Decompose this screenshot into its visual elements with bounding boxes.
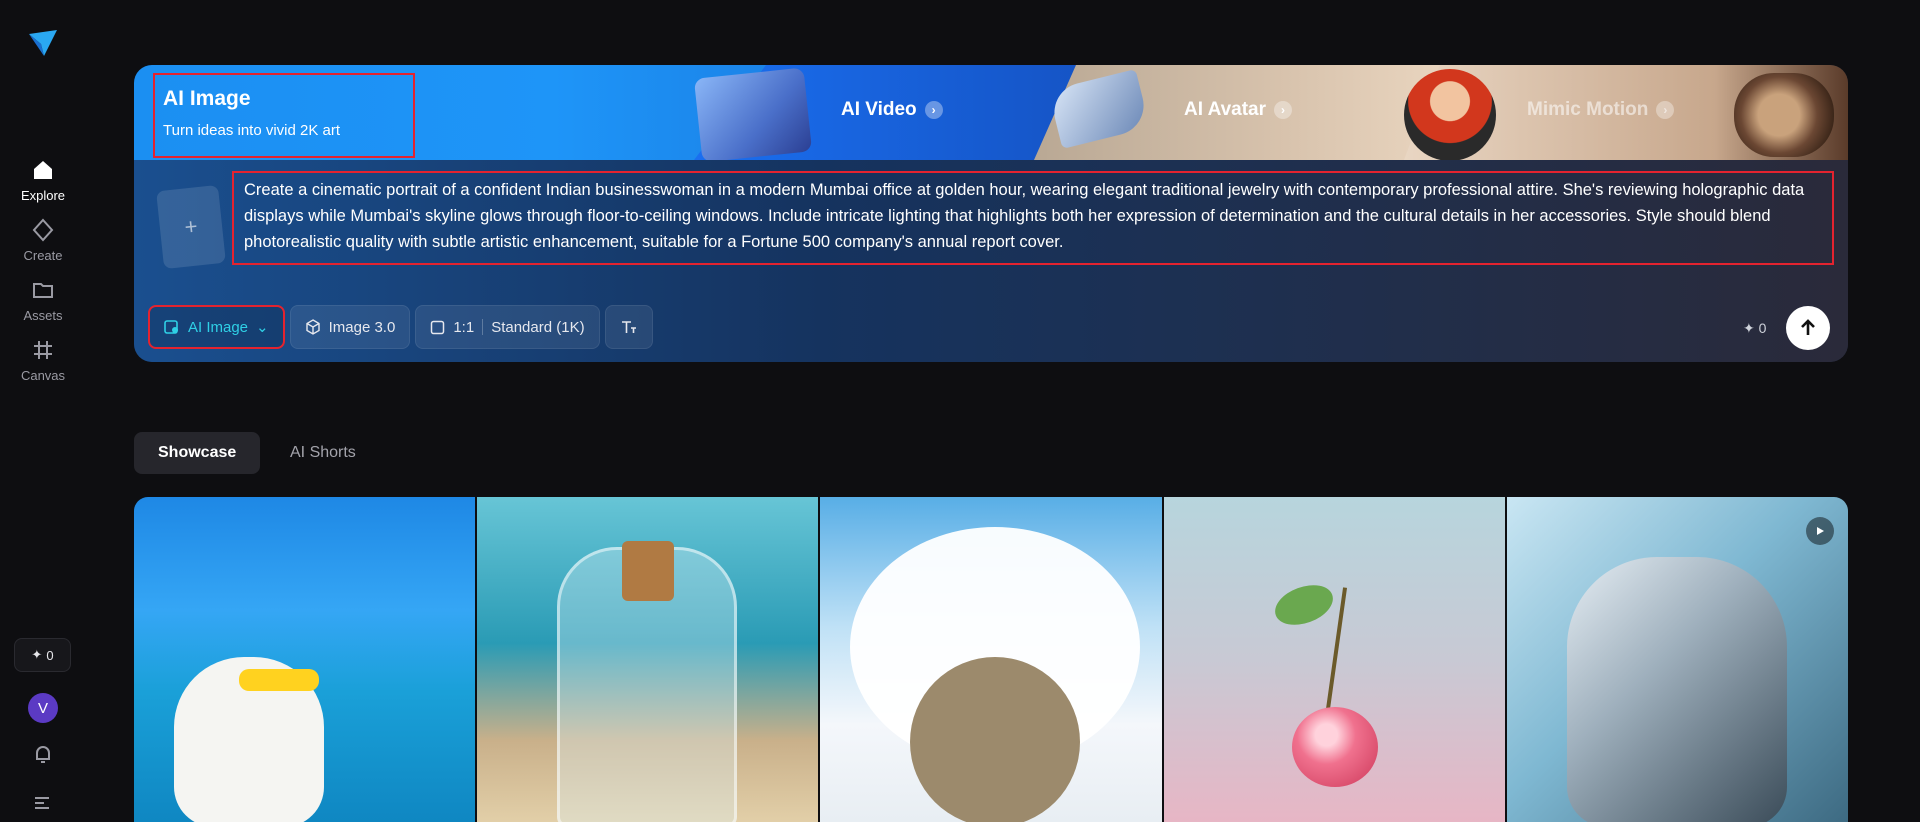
cube-icon — [305, 319, 320, 335]
text-style-button[interactable] — [604, 305, 653, 349]
gallery-card[interactable] — [820, 497, 1162, 822]
diamond-icon — [32, 218, 54, 242]
avatar-thumbnail — [1404, 69, 1496, 161]
divider — [482, 319, 484, 335]
generation-toolbar: AI Image ⌄ Image 3.0 1:1 Standard (1K) — [148, 305, 653, 349]
tab-label: AI Video — [841, 99, 917, 120]
square-icon — [431, 320, 445, 334]
model-selector[interactable]: Image 3.0 — [289, 305, 411, 349]
page-title: AI Image — [163, 87, 251, 110]
tab-label: AI Avatar — [1184, 99, 1267, 120]
sidebar-item-assets[interactable]: Assets — [0, 278, 86, 323]
sidebar-item-label: Assets — [23, 308, 63, 323]
avatar[interactable]: V — [28, 693, 58, 723]
chevron-right-icon: › — [1656, 101, 1675, 119]
arrow-up-icon — [1801, 319, 1815, 335]
crop-icon — [34, 341, 52, 359]
home-icon — [34, 161, 52, 179]
ratio-label: 1:1 — [453, 318, 475, 336]
sidebar-item-label: Explore — [20, 188, 66, 203]
prompt-input[interactable]: Create a cinematic portrait of a confide… — [244, 177, 1824, 255]
mode-dropdown[interactable]: AI Image ⌄ — [148, 305, 285, 349]
ratio-quality-selector[interactable]: 1:1 Standard (1K) — [415, 305, 600, 349]
gallery-card[interactable] — [1506, 497, 1848, 822]
play-button[interactable] — [1806, 517, 1835, 545]
video-thumbnail — [693, 67, 813, 163]
mode-label: AI Image — [188, 318, 249, 336]
tab-ai-video-label[interactable]: AI Video › — [841, 99, 943, 121]
logo-icon[interactable] — [26, 26, 60, 60]
text-icon — [621, 321, 636, 333]
chevron-right-icon: › — [924, 101, 943, 119]
upload-reference-button[interactable]: + — [156, 184, 226, 270]
chevron-down-icon: ⌄ — [256, 319, 269, 336]
menu-icon[interactable] — [33, 793, 53, 813]
tulip-illustration — [1566, 557, 1787, 822]
quality-label: Standard (1K) — [491, 318, 585, 336]
gallery-card[interactable] — [477, 497, 819, 822]
sparkle-icon: ✦ — [1743, 320, 1755, 336]
tab-showcase[interactable]: Showcase — [134, 432, 261, 474]
credits-pill[interactable]: ✦ 0 — [14, 638, 71, 672]
showcase-gallery — [134, 497, 1848, 822]
sidebar-item-canvas[interactable]: Canvas — [0, 338, 86, 383]
tab-ai-avatar-label[interactable]: AI Avatar › — [1184, 99, 1293, 121]
hero-panel: AI Image Turn ideas into vivid 2K art AI… — [134, 65, 1848, 362]
page-subtitle: Turn ideas into vivid 2K art — [163, 122, 341, 139]
gallery-card[interactable] — [1163, 497, 1505, 822]
play-icon — [1817, 527, 1825, 535]
credit-cost: ✦ 0 — [1743, 320, 1766, 337]
credits-count: 0 — [46, 647, 54, 663]
prompt-area: + Create a cinematic portrait of a confi… — [134, 160, 1848, 362]
sidebar-item-explore[interactable]: Explore — [0, 158, 86, 203]
mimic-thumbnail — [1734, 73, 1834, 157]
gallery-card[interactable] — [134, 497, 476, 822]
sunglasses-illustration — [239, 669, 319, 691]
tab-label: Mimic Motion — [1527, 99, 1649, 120]
bell-icon[interactable] — [31, 742, 55, 766]
sidebar-item-label: Create — [23, 248, 63, 263]
plus-icon: + — [183, 213, 199, 240]
hero-tabs: AI Image Turn ideas into vivid 2K art AI… — [134, 65, 1848, 163]
tab-ai-shorts[interactable]: AI Shorts — [266, 432, 380, 474]
chevron-right-icon: › — [1274, 101, 1293, 119]
generate-button[interactable] — [1786, 306, 1830, 350]
credit-cost-value: 0 — [1758, 320, 1767, 336]
folder-icon — [33, 283, 53, 298]
sparkle-icon: ✦ — [31, 647, 43, 662]
cherry-illustration — [1291, 707, 1378, 787]
cat-illustration — [910, 657, 1081, 822]
cork-illustration — [622, 541, 675, 601]
highlight-box — [153, 73, 415, 158]
sidebar-item-label: Canvas — [20, 368, 66, 383]
image-mode-icon — [164, 320, 178, 334]
tab-mimic-motion-label[interactable]: Mimic Motion › — [1527, 99, 1675, 121]
leaf-illustration — [1269, 577, 1338, 633]
model-label: Image 3.0 — [328, 318, 396, 336]
sidebar-item-create[interactable]: Create — [0, 218, 86, 263]
sidebar: Explore Create Assets Canvas ✦ 0 V — [0, 0, 86, 822]
